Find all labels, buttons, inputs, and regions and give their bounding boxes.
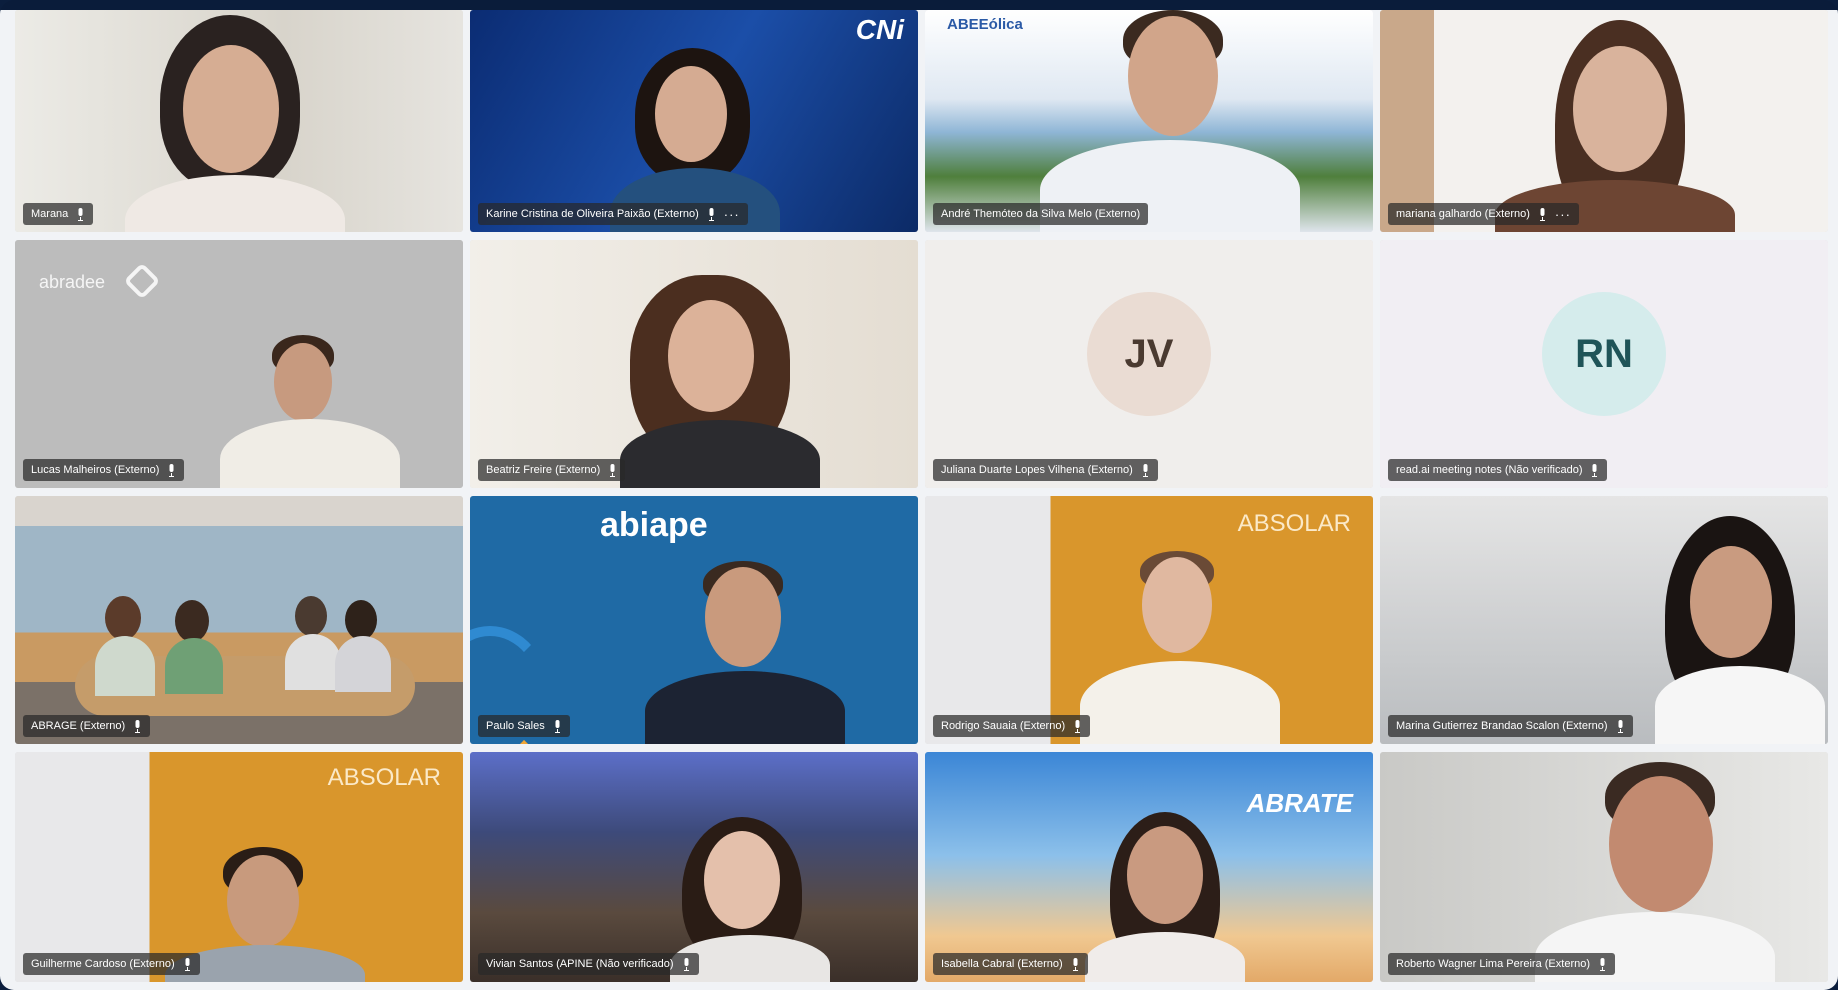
participant-video bbox=[645, 561, 845, 744]
more-options-icon[interactable]: ··· bbox=[724, 208, 740, 221]
nameplate: Karine Cristina de Oliveira Paixão (Exte… bbox=[478, 203, 748, 225]
mic-icon bbox=[1075, 719, 1081, 733]
participant-name: read.ai meeting notes (Não verificado) bbox=[1396, 464, 1583, 476]
participant-name: Karine Cristina de Oliveira Paixão (Exte… bbox=[486, 208, 699, 220]
participant-name: Marina Gutierrez Brandao Scalon (Externo… bbox=[1396, 720, 1608, 732]
nameplate: Marina Gutierrez Brandao Scalon (Externo… bbox=[1388, 715, 1633, 737]
participant-video bbox=[210, 335, 410, 488]
mic-icon bbox=[1600, 957, 1606, 971]
avatar: JV bbox=[1087, 292, 1211, 416]
participant-tile[interactable]: CNi Karine Cristina de Oliveira Paixão (… bbox=[470, 10, 918, 232]
abeeolica-logo: ABEEólica bbox=[947, 16, 1023, 33]
nameplate: read.ai meeting notes (Não verificado) bbox=[1388, 459, 1608, 481]
nameplate: Isabella Cabral (Externo) bbox=[933, 953, 1088, 975]
participant-video bbox=[600, 275, 830, 488]
mic-icon bbox=[1072, 957, 1078, 971]
mic-icon bbox=[683, 957, 689, 971]
participant-video bbox=[1475, 20, 1755, 232]
participant-tile[interactable]: Roberto Wagner Lima Pereira (Externo) bbox=[1380, 752, 1828, 982]
mic-icon bbox=[554, 719, 560, 733]
mic-icon bbox=[169, 463, 175, 477]
mic-icon bbox=[1539, 207, 1545, 221]
participant-name: Lucas Malheiros (Externo) bbox=[31, 464, 160, 476]
participant-video bbox=[1065, 812, 1265, 982]
participant-tile[interactable]: ABEEólica André Themóteo da Silva Melo (… bbox=[925, 10, 1373, 232]
absolar-logo: ABSOLAR bbox=[327, 764, 441, 791]
participant-video bbox=[1645, 516, 1825, 744]
mic-icon bbox=[184, 957, 190, 971]
participant-tile[interactable]: RN read.ai meeting notes (Não verificado… bbox=[1380, 240, 1828, 488]
participant-tile[interactable]: ABRATE Isabella Cabral (Externo) bbox=[925, 752, 1373, 982]
mic-icon bbox=[610, 463, 616, 477]
participant-name: Paulo Sales bbox=[486, 720, 545, 732]
meeting-window: Marana CNi Karine Cristina de Oliveira P… bbox=[0, 0, 1838, 990]
nameplate: ABRAGE (Externo) bbox=[23, 715, 151, 737]
video-grid: Marana CNi Karine Cristina de Oliveira P… bbox=[15, 10, 1828, 990]
participant-name: Beatriz Freire (Externo) bbox=[486, 464, 601, 476]
participant-tile[interactable]: ABRAGE (Externo) bbox=[15, 496, 463, 744]
participant-name: ABRAGE (Externo) bbox=[31, 720, 126, 732]
avatar: RN bbox=[1542, 292, 1666, 416]
more-options-icon[interactable]: ··· bbox=[1555, 208, 1571, 221]
nameplate: André Themóteo da Silva Melo (Externo) bbox=[933, 203, 1149, 225]
participant-name: Roberto Wagner Lima Pereira (Externo) bbox=[1396, 958, 1591, 970]
participant-tile[interactable]: JV Juliana Duarte Lopes Vilhena (Externo… bbox=[925, 240, 1373, 488]
abradee-logo: abradee bbox=[39, 272, 106, 292]
mic-icon bbox=[708, 207, 714, 221]
participant-tile[interactable]: ABSOLAR Rodrigo Sauaia (Externo) bbox=[925, 496, 1373, 744]
nameplate: Lucas Malheiros (Externo) bbox=[23, 459, 185, 481]
participant-name: Isabella Cabral (Externo) bbox=[941, 958, 1063, 970]
participant-video bbox=[95, 596, 395, 716]
participant-name: André Themóteo da Silva Melo (Externo) bbox=[941, 208, 1141, 220]
mic-icon bbox=[1592, 463, 1598, 477]
nameplate: Paulo Sales bbox=[478, 715, 570, 737]
participant-name: Marana bbox=[31, 208, 69, 220]
participant-tile[interactable]: abradee Lucas Malheiros (Externo) bbox=[15, 240, 463, 488]
participant-video bbox=[1020, 10, 1320, 232]
participant-name: Guilherme Cardoso (Externo) bbox=[31, 958, 175, 970]
participant-name: mariana galhardo (Externo) bbox=[1396, 208, 1530, 220]
abiape-logo: abiape bbox=[600, 506, 708, 544]
nameplate: Rodrigo Sauaia (Externo) bbox=[933, 715, 1091, 737]
mic-icon bbox=[78, 207, 84, 221]
absolar-logo: ABSOLAR bbox=[1237, 510, 1351, 537]
participant-tile[interactable]: ABSOLAR Guilherme Cardoso (Externo) bbox=[15, 752, 463, 982]
nameplate: Juliana Duarte Lopes Vilhena (Externo) bbox=[933, 459, 1158, 481]
participant-name: Juliana Duarte Lopes Vilhena (Externo) bbox=[941, 464, 1133, 476]
mic-icon bbox=[1142, 463, 1148, 477]
nameplate: Beatriz Freire (Externo) bbox=[478, 459, 626, 481]
participant-tile[interactable]: Vivian Santos (APINE (Não verificado) bbox=[470, 752, 918, 982]
cni-logo: CNi bbox=[855, 14, 904, 45]
participant-video bbox=[1070, 551, 1290, 744]
participant-video bbox=[115, 15, 355, 232]
participant-name: Rodrigo Sauaia (Externo) bbox=[941, 720, 1066, 732]
nameplate: Marana bbox=[23, 203, 94, 225]
participant-tile[interactable]: Marina Gutierrez Brandao Scalon (Externo… bbox=[1380, 496, 1828, 744]
nameplate: Vivian Santos (APINE (Não verificado) bbox=[478, 953, 699, 975]
participant-tile[interactable]: Marana bbox=[15, 10, 463, 232]
participant-tile[interactable]: abiape Paulo Sales bbox=[470, 496, 918, 744]
nameplate: Roberto Wagner Lima Pereira (Externo) bbox=[1388, 953, 1616, 975]
nameplate: Guilherme Cardoso (Externo) bbox=[23, 953, 200, 975]
participant-name: Vivian Santos (APINE (Não verificado) bbox=[486, 958, 674, 970]
participant-tile[interactable]: Beatriz Freire (Externo) bbox=[470, 240, 918, 488]
mic-icon bbox=[1617, 719, 1623, 733]
participant-tile[interactable]: mariana galhardo (Externo) ··· bbox=[1380, 10, 1828, 232]
participant-video bbox=[1515, 762, 1795, 982]
nameplate: mariana galhardo (Externo) ··· bbox=[1388, 203, 1579, 225]
mic-icon bbox=[135, 719, 141, 733]
